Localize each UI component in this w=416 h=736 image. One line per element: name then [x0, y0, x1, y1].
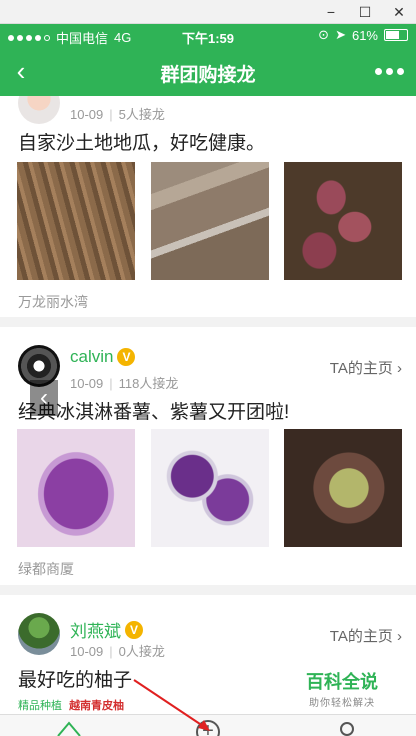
watermark-subtitle: 助你轻松解决 [309, 698, 375, 709]
post-date: 10-09 [70, 376, 104, 391]
post-meta: 10-09 | 0人接龙 [70, 644, 165, 659]
window-chrome: − ☐ ✕ [0, 0, 416, 24]
minimize-button[interactable]: − [322, 3, 340, 21]
more-dots-icon[interactable] [375, 68, 404, 75]
verified-badge-icon: V [125, 620, 143, 639]
post-text: 最好吃的柚子 [18, 670, 133, 691]
post-images [17, 429, 402, 547]
post-date: 10-09 [70, 107, 104, 122]
post-participants: 118人接龙 [118, 376, 179, 391]
post-image[interactable] [150, 162, 269, 280]
battery-icon [384, 29, 408, 41]
post-participants: 0人接龙 [118, 644, 165, 659]
post-image[interactable] [17, 162, 135, 280]
post-meta: 10-09 | 118人接龙 [70, 376, 179, 391]
maximize-button[interactable]: ☐ [356, 3, 374, 21]
post-location: 万龙丽水湾 [18, 294, 88, 310]
post-text: 自家沙土地地瓜，好吃健康。 [18, 133, 266, 154]
post-image[interactable] [150, 429, 269, 547]
banner-text-1: 精品种植 [18, 700, 62, 712]
verified-badge-icon: V [117, 348, 136, 366]
location-icon: ➤ [335, 27, 346, 42]
carousel-prev-icon[interactable]: ‹ [30, 380, 58, 416]
username[interactable]: 刘燕斌 V [70, 617, 143, 642]
username[interactable]: calvin V [70, 347, 136, 367]
username-text: calvin [70, 347, 114, 366]
watermark: 百科全说 助你轻松解决 [292, 668, 392, 709]
annotation-arrow [133, 679, 210, 731]
post-images [17, 162, 402, 280]
watermark-title: 百科全说 [306, 672, 378, 692]
post-card[interactable]: calvin V 10-09 | 118人接龙 TA的主页 › 经典冰淇淋番薯、紫薯… [0, 327, 416, 585]
post-image[interactable] [17, 429, 135, 547]
home-icon[interactable] [56, 719, 82, 736]
nav-bar: ‹ 群团购接龙 [0, 48, 416, 96]
user-home-link[interactable]: TA的主页 › [330, 357, 402, 378]
status-bar: 中国电信 4G 下午1:59 ⊙ ➤ 61% [0, 24, 416, 48]
post-text: 经典冰淇淋番薯、紫薯又开团啦! [18, 402, 290, 423]
post-participants: 5人接龙 [118, 107, 165, 122]
battery-percent: 61% [351, 27, 378, 43]
post-image[interactable] [284, 429, 402, 547]
post-date: 10-09 [70, 644, 104, 659]
avatar[interactable] [18, 613, 60, 655]
feed[interactable]: 10-09 | 5人接龙 自家沙土地地瓜，好吃健康。 万龙丽水湾 calvin V … [0, 96, 416, 714]
post-card[interactable]: 10-09 | 5人接龙 自家沙土地地瓜，好吃健康。 万龙丽水湾 [0, 96, 416, 317]
post-image[interactable] [284, 162, 402, 280]
user-icon[interactable] [340, 722, 354, 736]
username-text: 刘燕斌 [70, 622, 121, 641]
user-home-link[interactable]: TA的主页 › [330, 625, 402, 646]
avatar[interactable] [18, 96, 60, 124]
post-location: 绿都商厦 [18, 561, 74, 577]
close-button[interactable]: ✕ [390, 3, 408, 21]
rotation-lock-icon: ⊙ [318, 27, 330, 42]
banner-text-2: 越南青皮柚 [69, 700, 125, 712]
page-title: 群团购接龙 [160, 65, 256, 86]
post-meta: 10-09 | 5人接龙 [70, 107, 165, 122]
